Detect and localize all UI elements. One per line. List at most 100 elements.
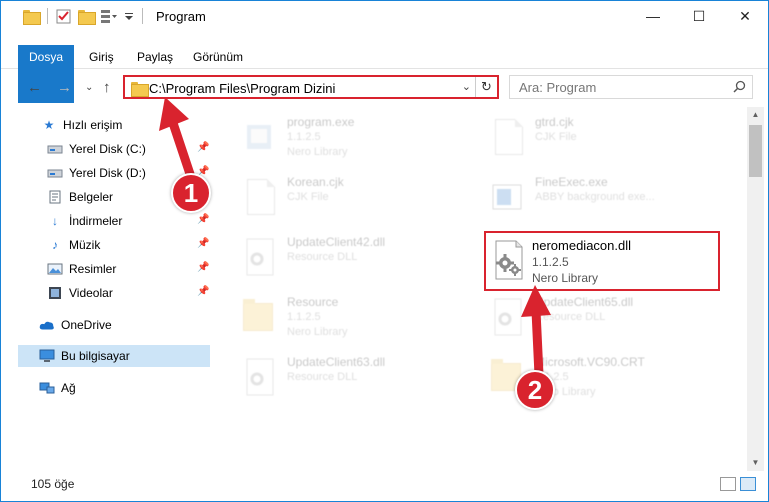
file-description: Nero Library [287,146,348,158]
toolbar-divider [47,8,48,24]
quick-access-toolbar [23,8,145,25]
pin-icon[interactable]: 📌 [197,214,209,225]
file-item[interactable]: UpdateClient63.dll Resource DLL [227,349,467,407]
tab-view[interactable]: Görünüm [193,45,243,69]
file-name: UpdateClient42.dll [287,235,386,249]
view-options-icon[interactable] [100,8,118,24]
callout-badge-2: 2 [515,370,555,410]
file-item[interactable]: program.exe 1.1.2.5 Nero Library [227,109,467,167]
callout-badge-1: 1 [171,173,211,213]
pin-icon[interactable]: 📌 [197,238,209,249]
file-name: FineExec.exe [535,175,608,189]
tiles-view-icon[interactable] [740,477,756,491]
sidebar-item-downloads[interactable]: ↓ İndirmeler 📌 [1,210,211,232]
search-placeholder: Ara: Program [519,80,597,95]
back-arrow-icon[interactable]: ← [27,79,42,96]
sidebar-item-label: Müzik [69,238,101,252]
file-version: 1.1.2.5 [287,311,321,323]
file-type: Resource DLL [287,251,358,263]
forward-arrow-icon[interactable]: → [57,79,72,96]
network-icon [39,381,55,395]
sidebar-item-label: Videolar [69,286,113,300]
cloud-icon [39,318,55,332]
computer-icon [39,349,55,363]
up-arrow-icon[interactable]: ↑ [103,79,111,96]
sidebar-item-network[interactable]: Ağ [1,377,211,399]
dll-gear-icon [246,358,274,396]
close-button[interactable]: ✕ [722,1,768,31]
vertical-scrollbar[interactable]: ▲ ▼ [747,107,764,471]
tab-home[interactable]: Giriş [89,45,114,69]
file-type: CJK File [287,191,329,203]
maximize-button[interactable]: ☐ [676,1,722,31]
drive-icon [47,142,63,156]
folder-icon [241,297,277,339]
sidebar-item-label: Yerel Disk (D:) [69,166,146,180]
folder-icon [131,82,149,97]
scroll-down-icon[interactable]: ▼ [747,455,764,471]
document-icon [489,117,525,159]
scroll-up-icon[interactable]: ▲ [747,107,764,123]
status-bar: 105 öğe [1,473,768,501]
drive-icon [47,166,63,180]
file-name: Resource [287,295,339,309]
sidebar-item-pictures[interactable]: Resimler 📌 [1,258,211,280]
tab-share[interactable]: Paylaş [137,45,173,69]
star-icon: ★ [43,118,55,132]
window-controls: — ☐ ✕ [630,1,768,31]
folder-icon [23,9,41,25]
sidebar-item-this-pc[interactable]: Bu bilgisayar [18,345,210,367]
sidebar-item-videos[interactable]: Videolar 📌 [1,282,211,304]
title-bar: Program — ☐ ✕ [1,1,768,31]
file-item[interactable]: Korean.cjk CJK File [227,169,467,227]
search-box[interactable]: Ara: Program [509,75,753,99]
sidebar-item-music[interactable]: ♪ Müzik 📌 [1,234,211,256]
sidebar-item-label: OneDrive [61,318,112,332]
ribbon-tabs: Dosya Giriş Paylaş Görünüm [1,45,768,103]
file-item[interactable]: UpdateClient42.dll Resource DLL [227,229,467,287]
application-icon [247,125,271,149]
sidebar-item-label: Hızlı erişim [63,118,123,132]
file-name: gtrd.cjk [535,115,574,129]
file-name: neromediacon.dll [532,238,632,253]
refresh-icon[interactable]: ↻ [475,77,497,97]
toolbar-divider [142,8,143,24]
file-item[interactable]: gtrd.cjk CJK File [475,109,715,167]
recent-locations-icon[interactable]: ⌄ [85,82,93,93]
file-type: ABBY background exe... [535,191,655,203]
minimize-button[interactable]: — [630,1,676,31]
file-version: 1.1.2.5 [287,131,321,143]
file-item[interactable]: Resource 1.1.2.5 Nero Library [227,289,467,347]
sidebar-item-label: Belgeler [69,190,114,204]
sidebar-item-onedrive[interactable]: OneDrive [1,314,211,336]
pin-icon[interactable]: 📌 [197,286,209,297]
documents-icon [47,190,63,204]
properties-check-icon[interactable] [56,8,72,24]
file-type: CJK File [535,131,577,143]
sidebar-item-label: İndirmeler [69,214,123,228]
file-item-neromediacon[interactable]: neromediacon.dll 1.1.2.5 Nero Library [484,231,720,291]
explorer-window: Program — ☐ ✕ Dosya Giriş Paylaş Görünüm… [0,0,769,502]
file-item[interactable]: FineExec.exe ABBY background exe... [475,169,715,227]
customize-toolbar-icon[interactable] [124,8,134,24]
file-list: program.exe 1.1.2.5 Nero Library gtrd.cj… [227,109,745,471]
window-title: Program [156,9,206,24]
chevron-down-icon[interactable]: ⌄ [462,80,471,93]
scrollbar-thumb[interactable] [749,125,762,177]
dll-gear-icon [246,238,274,276]
file-version: 1.1.2.5 [532,255,569,269]
item-count: 105 öğe [31,477,75,491]
music-icon: ♪ [52,238,58,252]
pin-icon[interactable]: 📌 [197,262,209,273]
file-description: Nero Library [287,326,348,338]
videos-icon [47,286,63,300]
sidebar-item-label: Ağ [61,381,76,395]
document-icon [241,177,277,219]
details-view-icon[interactable] [720,477,736,491]
new-folder-icon[interactable] [78,9,96,25]
pictures-icon [47,262,63,276]
dll-gear-icon [495,240,523,280]
file-type: Resource DLL [287,371,358,383]
sidebar-item-label: Yerel Disk (C:) [69,142,146,156]
file-name: program.exe [287,115,355,129]
